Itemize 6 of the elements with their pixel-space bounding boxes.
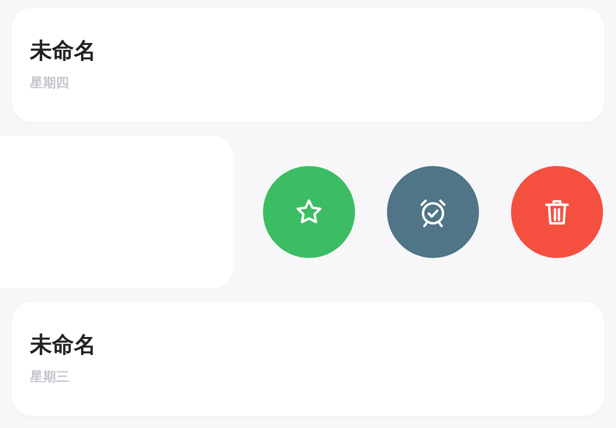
note-day: 星期四 [30, 76, 69, 90]
note-card[interactable]: 未命名 星期三 [12, 302, 604, 416]
note-title: 未命名 [30, 40, 96, 62]
note-card[interactable]: 未命名 星期四 [12, 8, 604, 122]
note-day: 星期三 [30, 370, 69, 384]
note-title: 未命名 [30, 334, 96, 356]
